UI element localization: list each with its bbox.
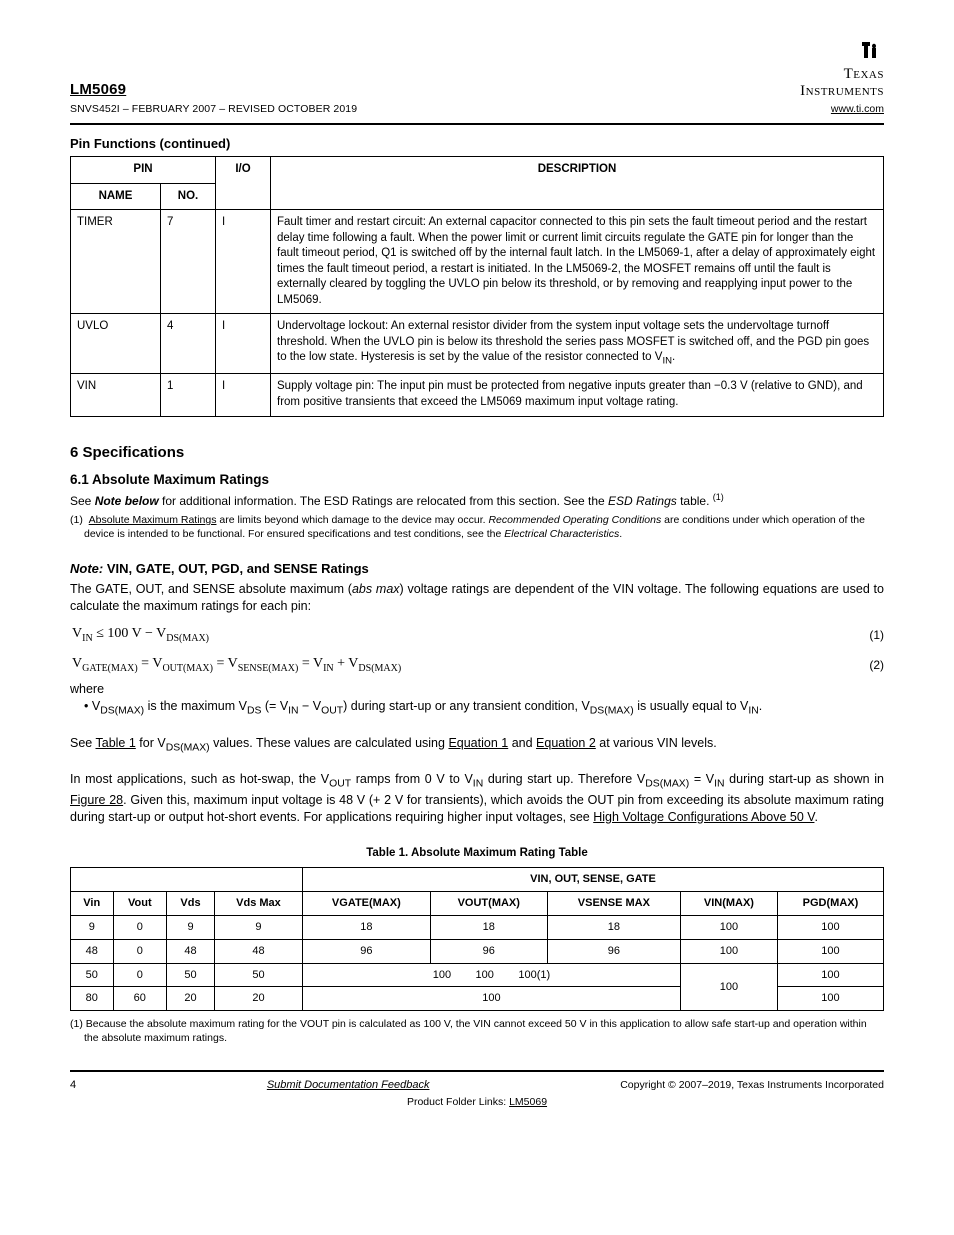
th-io: I/O xyxy=(216,157,271,210)
equation-2: VGATE(MAX) = VOUT(MAX) = VSENSE(MAX) = V… xyxy=(70,655,401,675)
th2-vgatemax: VGATE(MAX) xyxy=(302,892,430,916)
product-title[interactable]: LM5069 xyxy=(70,81,126,98)
cell-io: I xyxy=(216,314,271,374)
table-row: VIN 1 I Supply voltage pin: The input pi… xyxy=(71,374,884,416)
brand-instruments: Instruments xyxy=(800,83,884,99)
th2-vds: Vds xyxy=(167,892,215,916)
cell-io: I xyxy=(216,210,271,314)
table2-footnote: (1) Because the absolute maximum rating … xyxy=(84,1017,884,1045)
equation-1-number: (1) xyxy=(869,627,884,643)
th-no: NO. xyxy=(161,183,216,210)
cell-no: 7 xyxy=(161,210,216,314)
paragraph-hotswap: In most applications, such as hot-swap, … xyxy=(70,771,884,825)
product-folder-links: Product Folder Links: LM5069 xyxy=(70,1095,884,1109)
equation-2-number: (2) xyxy=(869,657,884,673)
cell-desc: Fault timer and restart circuit: An exte… xyxy=(271,210,884,314)
th2-pgdmax: PGD(MAX) xyxy=(777,892,883,916)
copyright: Copyright © 2007–2019, Texas Instruments… xyxy=(620,1078,884,1093)
equation-2-row: VGATE(MAX) = VOUT(MAX) = VSENSE(MAX) = V… xyxy=(70,655,884,675)
cell-name: TIMER xyxy=(71,210,161,314)
brand-texas: Texas xyxy=(800,67,884,81)
product-link[interactable]: LM5069 xyxy=(509,1096,547,1108)
th2-vsensemax: VSENSE MAX xyxy=(547,892,680,916)
section-6.1-heading: 6.1 Absolute Maximum Ratings xyxy=(70,471,884,489)
table1-title: Pin Functions (continued) xyxy=(70,135,884,153)
where-block: where • VDS(MAX) is the maximum VDS (= V… xyxy=(70,681,884,718)
pin-functions-table: PIN I/O DESCRIPTION NAME NO. TIMER 7 I F… xyxy=(70,156,884,416)
amr-line1: See Note below for additional informatio… xyxy=(70,491,884,509)
th2-vin: Vin xyxy=(71,892,114,916)
header-url[interactable]: www.ti.com xyxy=(800,102,884,116)
header-rule xyxy=(70,123,884,125)
cell-no: 1 xyxy=(161,374,216,416)
table-row: 5005050 100 100 100(1) 100100 xyxy=(71,963,884,987)
cell-name: VIN xyxy=(71,374,161,416)
table-row: 9099181818100100 xyxy=(71,915,884,939)
feedback-link[interactable]: Submit Documentation Feedback xyxy=(267,1079,430,1091)
equation-1: VIN ≤ 100 V − VDS(MAX) xyxy=(70,625,209,645)
note-heading: Note: VIN, GATE, OUT, PGD, and SENSE Rat… xyxy=(70,560,884,578)
footnote-marker-icon: (1) xyxy=(713,492,724,502)
table-row: 4804848969696100100 xyxy=(71,939,884,963)
note-paragraph-1: The GATE, OUT, and SENSE absolute maximu… xyxy=(70,581,884,615)
doc-meta: SNVS452I – FEBRUARY 2007 – REVISED OCTOB… xyxy=(70,102,357,116)
ti-mark-icon xyxy=(858,38,884,67)
ti-logo-block: Texas Instruments www.ti.com xyxy=(800,38,884,117)
th2-vinmax: VIN(MAX) xyxy=(680,892,777,916)
amr-footnote: (1) Absolute Maximum Ratings are limits … xyxy=(84,513,884,541)
cell-desc: Undervoltage lockout: An external resist… xyxy=(271,314,884,374)
th2-vout: Vout xyxy=(113,892,167,916)
section-6-heading: 6 Specifications xyxy=(70,444,184,461)
footer-rule xyxy=(70,1070,884,1072)
abs-max-table: VIN, OUT, SENSE, GATE Vin Vout Vds Vds M… xyxy=(70,867,884,1011)
th2-vdsmax: Vds Max xyxy=(214,892,302,916)
table-row: UVLO 4 I Undervoltage lockout: An extern… xyxy=(71,314,884,374)
th-pin: PIN xyxy=(71,157,216,184)
cell-desc: Supply voltage pin: The input pin must b… xyxy=(271,374,884,416)
equation-1-row: VIN ≤ 100 V − VDS(MAX) (1) xyxy=(70,625,884,645)
th-group: VIN, OUT, SENSE, GATE xyxy=(302,868,883,892)
table2-caption: Table 1. Absolute Maximum Rating Table xyxy=(70,846,884,862)
cell-io: I xyxy=(216,374,271,416)
cell-no: 4 xyxy=(161,314,216,374)
th2-voutmax: VOUT(MAX) xyxy=(430,892,547,916)
table-row: TIMER 7 I Fault timer and restart circui… xyxy=(71,210,884,314)
th-name: NAME xyxy=(71,183,161,210)
paragraph-table-ref: See Table 1 for VDS(MAX) values. These v… xyxy=(70,735,884,756)
th-desc: DESCRIPTION xyxy=(271,157,884,210)
cell-name: UVLO xyxy=(71,314,161,374)
